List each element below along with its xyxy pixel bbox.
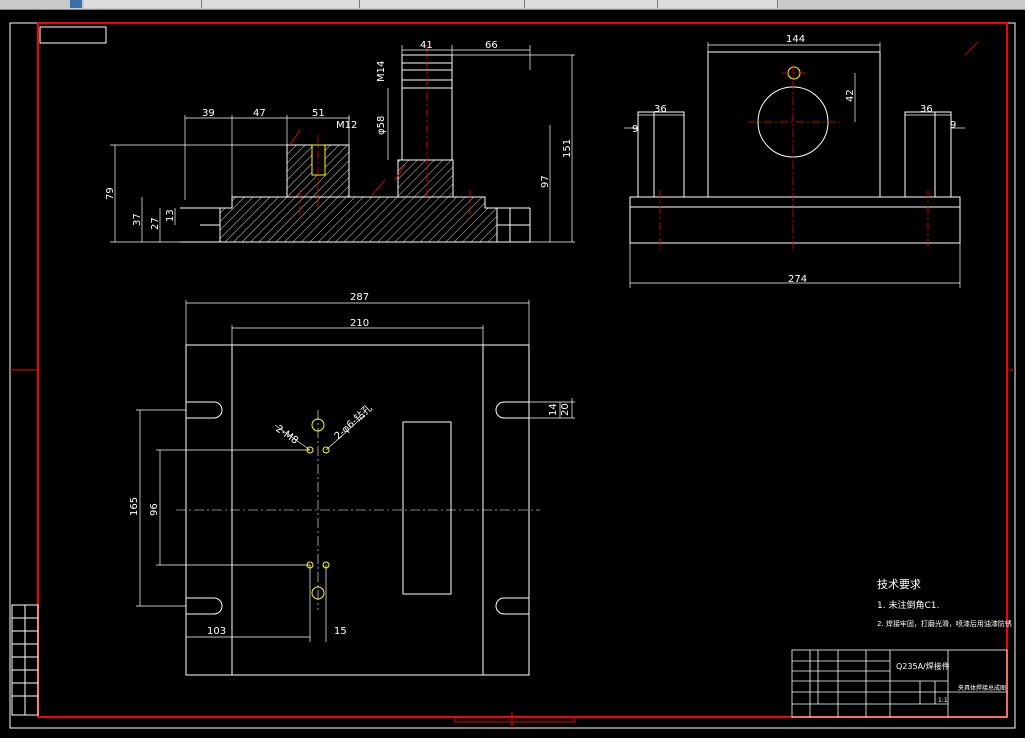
side-view: [629, 51, 961, 244]
inner-frame: [37, 22, 1008, 718]
dim-phi58: φ58: [376, 116, 387, 135]
dim-36-right: 36: [920, 104, 933, 115]
dim-165: 165: [129, 497, 140, 516]
dim-97: 97: [540, 175, 551, 188]
title-block-text: Q235A/焊接件 夹具体焊接总成图 1:1: [896, 661, 1006, 704]
drawing-canvas[interactable]: 39 47 51 M12 41 66 M14 φ58 151 97 79 37 …: [0, 10, 1025, 734]
dim-96: 96: [149, 503, 160, 516]
technical-notes: 技术要求 1. 未注倒角C1. 2. 焊接牢固，打磨光滑，喷漆后用油漆防锈: [877, 578, 1012, 628]
title-material: Q235A/焊接件: [896, 661, 950, 671]
dim-47: 47: [253, 108, 266, 119]
dim-13: 13: [165, 209, 176, 222]
dim-151: 151: [562, 139, 573, 158]
notes-item-1: 1. 未注倒角C1.: [877, 599, 939, 611]
dim-51: 51: [312, 108, 325, 119]
title-block: [791, 649, 1008, 718]
app-icon: [70, 0, 82, 8]
dim-39: 39: [202, 108, 215, 119]
notes-item-2: 2. 焊接牢固，打磨光滑，喷漆后用油漆防锈: [877, 619, 1012, 628]
document-tab-3[interactable]: [360, 0, 525, 8]
front-view: [180, 54, 531, 243]
dim-m12: M12: [336, 120, 357, 131]
dim-20: 20: [560, 403, 571, 416]
dim-144: 144: [786, 34, 805, 45]
dim-27: 27: [150, 217, 161, 230]
dim-m14: M14: [376, 61, 387, 82]
dim-274: 274: [788, 274, 807, 285]
title-scale: 1:1: [938, 697, 948, 704]
document-tab-2[interactable]: [202, 0, 360, 8]
document-tab-5[interactable]: [658, 0, 778, 8]
side-view-labels: 144 42 36 36 9 9 274: [632, 34, 956, 285]
dim-36-left: 36: [654, 104, 667, 115]
dim-287: 287: [350, 292, 369, 303]
side-view-centerlines: [659, 65, 929, 250]
cad-drawing: 39 47 51 M12 41 66 M14 φ58 151 97 79 37 …: [9, 22, 1016, 729]
dim-37: 37: [132, 213, 143, 226]
dim-42: 42: [845, 89, 856, 102]
dim-9-left: 9: [632, 124, 638, 135]
top-left-box: [39, 26, 107, 44]
dim-66: 66: [485, 40, 498, 51]
title-name: 夹具体焊接总成图: [958, 684, 1006, 692]
plan-view-labels: 287 210 165 96 103 15 14 20 2-M8 2-φ6-钻孔: [129, 292, 571, 637]
plan-view-dimensions: [136, 300, 575, 642]
dim-2-m8: 2-M8: [273, 423, 300, 446]
weld-symbols: [289, 41, 979, 196]
dim-79: 79: [105, 187, 116, 200]
dim-14: 14: [548, 403, 559, 416]
dim-41: 41: [420, 40, 433, 51]
dim-2-phi6: 2-φ6-钻孔: [331, 401, 374, 442]
document-tab-1[interactable]: [84, 0, 202, 8]
document-tab-bar: [0, 0, 1025, 10]
document-tab-4[interactable]: [525, 0, 658, 8]
notes-title: 技术要求: [877, 578, 921, 591]
dim-210: 210: [350, 318, 369, 329]
revision-table: [11, 604, 39, 716]
dim-103: 103: [207, 626, 226, 637]
plan-view-centerlines: [176, 410, 540, 610]
dim-9-right: 9: [950, 120, 956, 131]
outer-frame: [9, 22, 1016, 729]
dim-15: 15: [334, 626, 347, 637]
